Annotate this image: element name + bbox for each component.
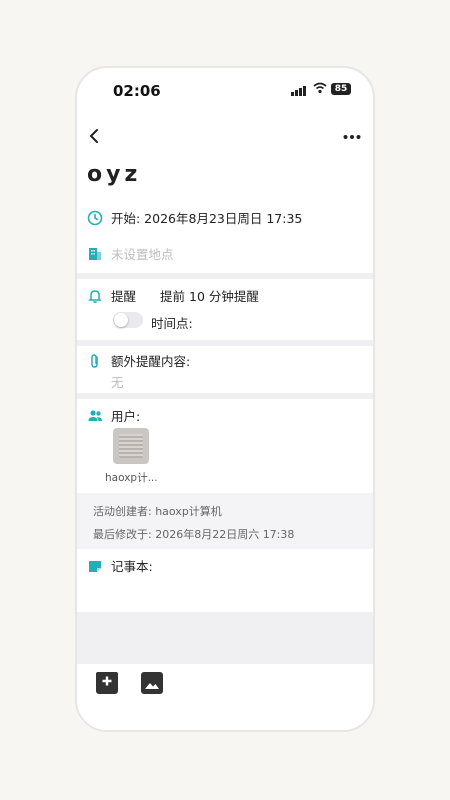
image-icon[interactable] bbox=[141, 672, 163, 694]
bottom-toolbar bbox=[77, 664, 373, 730]
timepoint-label: 时间点: bbox=[151, 316, 193, 331]
user-avatar[interactable] bbox=[113, 428, 149, 464]
signal-icon bbox=[291, 86, 307, 96]
phone-frame: 02:06 85 oyz 开始: 2026年8月23日周日 17:35 未设置地… bbox=[75, 66, 375, 732]
section-divider bbox=[77, 393, 373, 399]
users-label: 用户: bbox=[111, 409, 141, 424]
reminder-value: 提前 10 分钟提醒 bbox=[160, 289, 259, 304]
users-row: 用户: bbox=[87, 406, 363, 425]
reminder-label: 提醒 bbox=[111, 289, 137, 304]
chevron-left-icon[interactable] bbox=[87, 126, 101, 151]
section-divider bbox=[77, 340, 373, 346]
event-metadata: 活动创建者: haoxp计算机 最后修改于: 2026年8月22日周六 17:3… bbox=[77, 493, 373, 549]
event-title: oyz bbox=[87, 162, 142, 187]
wifi-icon bbox=[313, 82, 327, 98]
nav-bar bbox=[77, 126, 373, 150]
more-dots-icon[interactable] bbox=[343, 126, 361, 144]
creator-text: 活动创建者: haoxp计算机 bbox=[93, 505, 222, 518]
user-name: haoxp计... bbox=[105, 472, 158, 484]
section-divider bbox=[77, 273, 373, 279]
location-placeholder: 未设置地点 bbox=[111, 247, 174, 262]
extra-reminder-label: 额外提醒内容: bbox=[111, 354, 191, 369]
timepoint-toggle[interactable] bbox=[113, 312, 143, 328]
start-time-row[interactable]: 开始: 2026年8月23日周日 17:35 bbox=[87, 208, 363, 227]
content-spacer bbox=[77, 612, 373, 666]
battery-icon: 85 bbox=[331, 83, 351, 95]
extra-reminder-row[interactable]: 额外提醒内容: bbox=[87, 351, 363, 370]
building-icon bbox=[87, 246, 103, 262]
reminder-row[interactable]: 提醒 提前 10 分钟提醒 bbox=[87, 286, 363, 305]
modified-text: 最后修改于: 2026年8月22日周六 17:38 bbox=[93, 528, 295, 541]
location-row[interactable]: 未设置地点 bbox=[87, 244, 363, 263]
paperclip-icon bbox=[87, 353, 103, 369]
status-bar: 02:06 85 bbox=[77, 68, 373, 116]
notebook-row[interactable]: 记事本: bbox=[87, 556, 363, 575]
start-time-text: 开始: 2026年8月23日周日 17:35 bbox=[111, 211, 303, 226]
clock-icon bbox=[87, 210, 103, 226]
status-time: 02:06 bbox=[113, 82, 161, 100]
notebook-section[interactable]: 记事本: bbox=[77, 549, 373, 612]
notebook-label: 记事本: bbox=[111, 559, 153, 574]
extra-reminder-value: 无 bbox=[111, 375, 124, 390]
notebook-icon bbox=[87, 558, 103, 574]
bell-icon bbox=[87, 288, 103, 304]
users-icon bbox=[87, 408, 103, 424]
add-comment-icon[interactable] bbox=[96, 672, 118, 694]
